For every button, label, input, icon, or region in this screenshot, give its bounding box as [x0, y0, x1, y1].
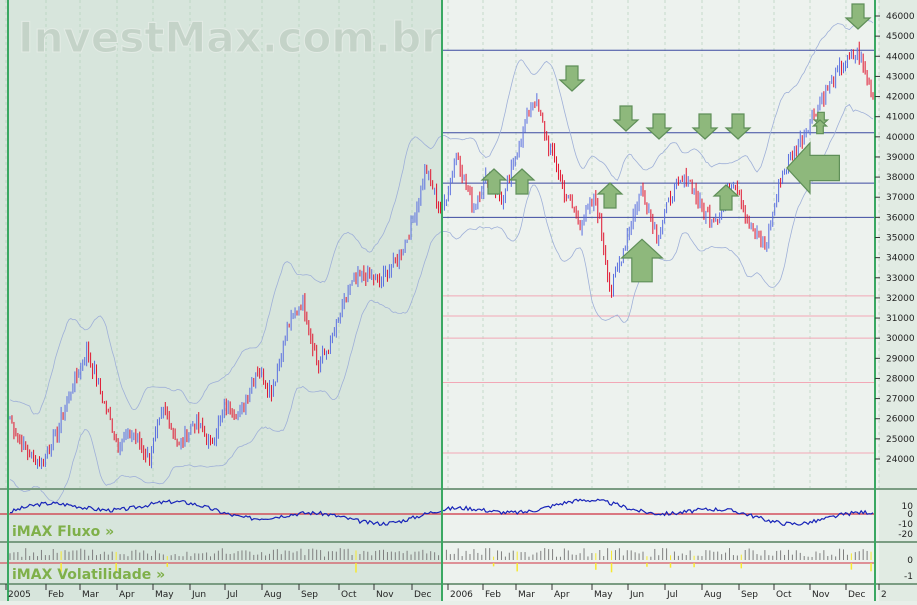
y-tick-label: 43000 [886, 72, 915, 82]
y-tick-label: 31000 [886, 314, 915, 324]
x-tick-label: Aug [264, 590, 282, 600]
y-tick-label: 39000 [886, 153, 915, 163]
x-tick-label: Dec [848, 590, 865, 600]
y-tick-label: 30000 [886, 334, 915, 344]
y-tick-label: 37000 [886, 193, 915, 203]
x-tick-label: Dec [414, 590, 431, 600]
fluxo-tick-label: 0 [907, 510, 913, 520]
y-tick-label: 34000 [886, 254, 915, 264]
volatilidade-label[interactable]: iMAX Volatilidade » [12, 567, 165, 583]
x-tick-label: Jul [226, 590, 238, 600]
x-tick-label: Feb [48, 590, 64, 600]
y-tick-label: 28000 [886, 374, 915, 384]
x-tick-label: Jul [666, 590, 678, 600]
y-tick-label: 24000 [886, 455, 915, 465]
x-tick-label: 2 [881, 590, 887, 600]
y-tick-label: 25000 [886, 435, 915, 445]
x-tick-label: Oct [341, 590, 357, 600]
x-tick-label: Mar [518, 590, 535, 600]
volatilidade-tick-label: -1 [904, 572, 913, 582]
y-tick-label: 32000 [886, 294, 915, 304]
fluxo-tick-label: -20 [898, 530, 913, 540]
stock-chart: InvestMax.com.br 24000 25000 26000 27000 280… [0, 0, 917, 601]
x-tick-label: Apr [119, 590, 135, 600]
chart-window: InvestMax.com.br 24000 25000 26000 27000 280… [0, 0, 917, 601]
x-tick-label: Nov [812, 590, 830, 600]
history-background [0, 0, 442, 601]
x-tick-label: Oct [776, 590, 792, 600]
fluxo-tick-label: -10 [898, 520, 913, 530]
fluxo-label[interactable]: iMAX Fluxo » [12, 524, 114, 540]
x-tick-label: Sep [301, 590, 318, 600]
panel-backgrounds [0, 0, 917, 601]
y-tick-label: 29000 [886, 354, 915, 364]
y-tick-label: 40000 [886, 133, 915, 143]
x-tick-label: 2005 [8, 590, 31, 600]
watermark: InvestMax.com.br [18, 13, 442, 62]
y-tick-label: 42000 [886, 93, 915, 103]
x-tick-label: Feb [485, 590, 501, 600]
x-tick-label: Sep [741, 590, 758, 600]
x-tick-label: May [594, 590, 613, 600]
y-tick-label: 33000 [886, 274, 915, 284]
y-tick-label: 36000 [886, 213, 915, 223]
x-tick-label: Aug [704, 590, 722, 600]
y-tick-label: 26000 [886, 415, 915, 425]
x-tick-label: Mar [82, 590, 99, 600]
x-tick-label: May [155, 590, 174, 600]
volatilidade-tick-label: 0 [907, 556, 913, 566]
y-tick-label: 41000 [886, 113, 915, 123]
x-tick-label: Apr [554, 590, 570, 600]
x-tick-label: Jun [629, 590, 644, 600]
y-tick-label: 46000 [886, 12, 915, 22]
y-tick-label: 27000 [886, 395, 915, 405]
x-tick-label: Nov [376, 590, 394, 600]
y-tick-label: 44000 [886, 52, 915, 62]
y-tick-label: 38000 [886, 173, 915, 183]
y-tick-label: 45000 [886, 32, 915, 42]
x-tick-label: Jun [191, 590, 206, 600]
x-tick-label: 2006 [450, 590, 473, 600]
y-tick-label: 35000 [886, 234, 915, 244]
